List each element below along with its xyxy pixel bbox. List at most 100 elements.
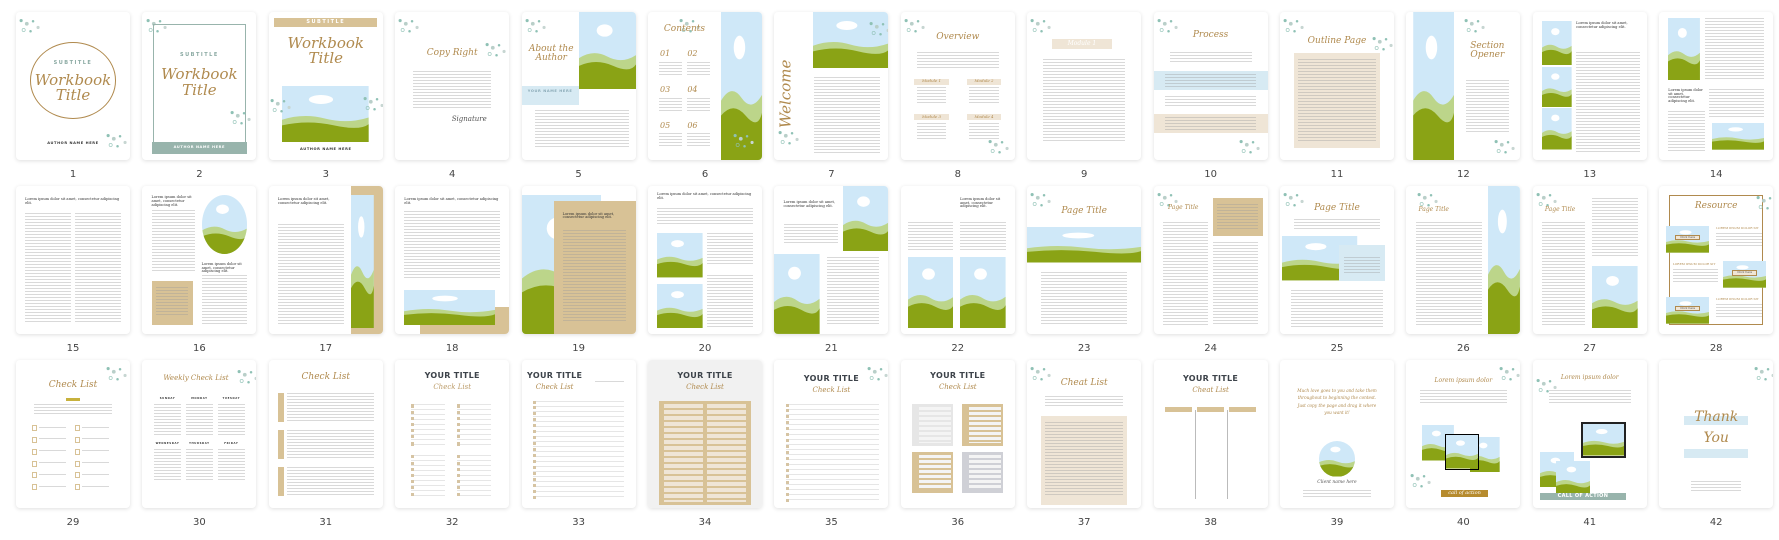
text-block: [659, 97, 683, 113]
page-thumbnail[interactable]: Resource Click here LOREM IPSUM DOLOR SIT C…: [1659, 186, 1774, 334]
page-thumbnail[interactable]: Page Title: [1027, 186, 1142, 334]
thank-you-title: Thank You: [1694, 409, 1739, 447]
page-thumbnail[interactable]: Lorem ipsum dolor sit amet, consectetur …: [900, 186, 1015, 334]
checkbox[interactable]: [31, 472, 37, 479]
decorative-dots: [229, 107, 254, 131]
click-here-button[interactable]: Click here: [1675, 305, 1701, 312]
checkbox[interactable]: [31, 484, 37, 491]
contents-number: 05: [659, 120, 671, 130]
checkbox[interactable]: [31, 460, 37, 467]
page-thumbnail[interactable]: Contents 01 02 03 04 05 06: [648, 12, 762, 160]
page-number: 39: [1330, 517, 1344, 528]
page-thumbnail[interactable]: Lorem ipsum dolor sit amet, consectetur …: [268, 186, 383, 334]
call-to-action-button[interactable]: call of action: [1440, 490, 1489, 498]
text-block: [1541, 221, 1586, 326]
page-thumbnail[interactable]: Lorem ipsum dolor sit amet, consectetur …: [1532, 12, 1647, 160]
page-title: Resource: [1694, 201, 1738, 212]
text-block: [82, 438, 110, 442]
page-thumbnail[interactable]: YOUR TITLE Check List: [395, 360, 510, 508]
text-block: [783, 224, 839, 246]
section-tab: [277, 466, 284, 497]
checkbox[interactable]: [75, 484, 80, 491]
module-label-text: Module 1: [922, 78, 942, 84]
landscape-image: [907, 257, 954, 329]
page-number: 28: [1709, 343, 1723, 354]
page-thumbnail[interactable]: Lorem ipsum dolor call of action: [1406, 360, 1521, 508]
page-thumbnail[interactable]: YOUR TITLE Check List: [900, 360, 1015, 508]
page-thumbnail[interactable]: YOUR TITLE Check List: [774, 360, 889, 508]
checkbox[interactable]: [31, 436, 37, 443]
module-label-text: Module 4: [974, 113, 994, 119]
your-title: YOUR TITLE: [803, 373, 859, 383]
text-block: [826, 257, 880, 326]
page-number: 3: [322, 169, 329, 180]
call-to-action-button[interactable]: CALL OF ACTION: [1539, 493, 1627, 501]
page-thumbnail[interactable]: Lorem ipsum dolor sit amet, consectetur …: [1659, 12, 1774, 160]
page-thumbnail[interactable]: Process: [1153, 12, 1268, 160]
grid-rows: [919, 407, 951, 443]
heading: Lorem ipsum dolor sit amet, consectetur …: [151, 195, 192, 207]
landscape-image: [774, 254, 820, 334]
click-here-button[interactable]: Click here: [1675, 234, 1701, 240]
page-thumbnail[interactable]: SUBTITLE Workbook Title AUTHOR NAME HERE: [16, 12, 130, 160]
heading: Lorem ipsum dolor sit amet, consectetur …: [960, 196, 1001, 209]
page-thumbnail[interactable]: YOUR TITLE Check List: [648, 360, 762, 508]
decorative-dots: [18, 15, 43, 39]
page-thumbnail[interactable]: Weekly Check List SUNDAY MONDAY TUESDAY WEDN…: [142, 360, 257, 508]
checkbox[interactable]: [31, 448, 37, 455]
decorative-dots: [1029, 15, 1054, 39]
text-block: [1298, 59, 1376, 143]
page-thumbnail[interactable]: Outline Page: [1280, 12, 1394, 160]
heading: Lorem ipsum dolor sit amet, consectetur …: [25, 196, 120, 205]
page-thumbnail[interactable]: Thank You: [1659, 360, 1774, 508]
checkbox[interactable]: [31, 425, 37, 432]
page-thumbnail[interactable]: Lorem ipsum dolor sit amet, consectetur …: [16, 186, 130, 334]
decorative-dots: [397, 15, 422, 39]
click-here-button[interactable]: Click here: [1732, 270, 1758, 276]
checkbox[interactable]: [75, 436, 80, 443]
checkbox[interactable]: [75, 472, 80, 479]
page-thumbnail[interactable]: YOUR TITLE Cheat List: [1153, 360, 1268, 508]
checkbox[interactable]: [75, 460, 80, 467]
page-thumbnail[interactable]: Welcome: [774, 12, 889, 160]
landscape-image: [1555, 460, 1590, 497]
page-thumbnail[interactable]: Lorem ipsum dolor sit amet, consectetur …: [142, 186, 257, 334]
page-thumbnail[interactable]: Overview Module 1 Module 2 Module 3 Module 4: [900, 12, 1015, 160]
page-thumbnail[interactable]: Page Title: [1406, 186, 1521, 334]
day-label: TUESDAY: [222, 397, 241, 401]
page-thumbnail[interactable]: Lorem ipsum dolor sit amet, consectetur …: [648, 186, 762, 334]
page-thumbnail[interactable]: Cheat List: [1027, 360, 1142, 508]
page-thumbnail[interactable]: Check List: [268, 360, 383, 508]
column-divider: [1226, 410, 1228, 500]
page-thumbnail[interactable]: Lorem ipsum dolor sit amet, consectetur …: [521, 186, 636, 334]
page-thumbnail[interactable]: Copy Right Signature: [395, 12, 510, 160]
page-thumbnail[interactable]: Section Opener: [1406, 12, 1521, 160]
page-thumbnail[interactable]: Check List: [16, 360, 130, 508]
page-thumbnail[interactable]: Page Title: [1532, 186, 1647, 334]
page-thumbnail[interactable]: Page Title: [1153, 186, 1268, 334]
page-thumbnail[interactable]: YOUR TITLE Check List: [521, 360, 636, 508]
page-thumbnail[interactable]: SUBTITLE Workbook Title AUTHOR NAME HERE: [142, 12, 257, 160]
landscape-image: [1668, 17, 1701, 81]
page-number: 24: [1204, 343, 1217, 354]
text-block: [82, 485, 110, 489]
page-number: 16: [193, 343, 206, 354]
checklist: [456, 404, 491, 446]
page-thumbnail[interactable]: About the Author YOUR NAME HERE: [521, 12, 636, 160]
highlight-bar: [1684, 448, 1749, 458]
text-block: [686, 133, 710, 149]
checkbox[interactable]: [75, 425, 80, 432]
checkbox[interactable]: [75, 448, 80, 455]
checklist: [785, 404, 880, 503]
page-thumbnail[interactable]: Lorem ipsum dolor CALL OF ACTION: [1532, 360, 1647, 508]
landscape-image: [1445, 434, 1480, 470]
page-thumbnail[interactable]: Module 1: [1027, 12, 1142, 160]
page-thumbnail[interactable]: SUBTITLE Workbook Title AUTHOR NAME HERE: [268, 12, 383, 160]
page-thumbnail[interactable]: Page Title: [1280, 186, 1394, 334]
text-block: [1169, 51, 1252, 64]
page-thumbnail[interactable]: Lorem ipsum dolor sit amet, consectetur …: [395, 186, 510, 334]
page-thumbnail[interactable]: Lorem ipsum dolor sit amet, consectetur …: [774, 186, 889, 334]
page-thumbnail[interactable]: Much love goes to you and take them thro…: [1280, 360, 1394, 508]
page-number: 8: [954, 169, 961, 180]
contents-number: 04: [687, 85, 698, 94]
